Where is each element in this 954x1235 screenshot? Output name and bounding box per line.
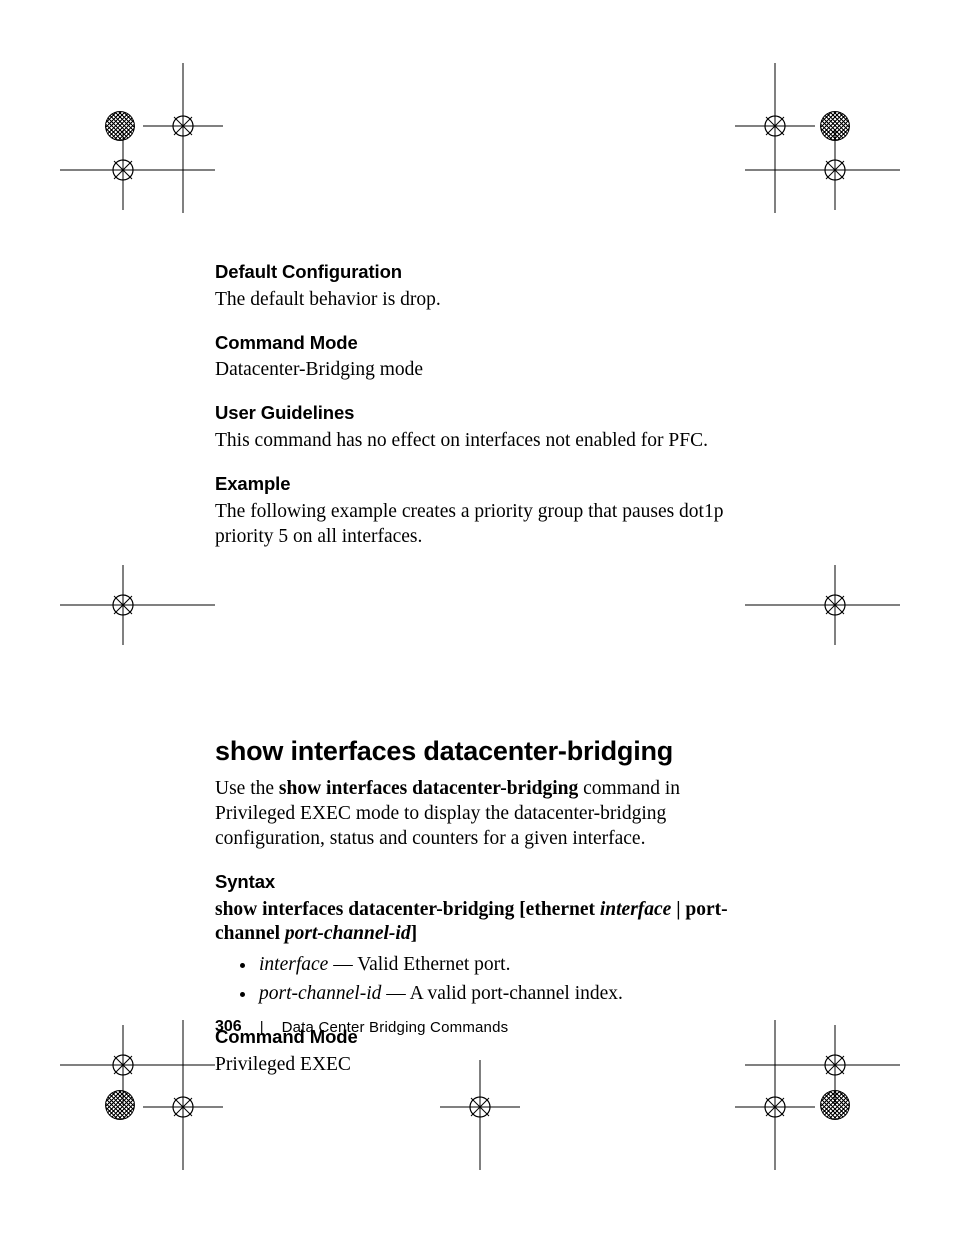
body-command-mode-2: Privileged EXEC (215, 1053, 745, 1078)
body-example: The following example creates a priority… (215, 500, 745, 550)
registration-rosette-icon (820, 111, 850, 141)
registration-rosette-icon (105, 111, 135, 141)
crop-mark-icon (745, 130, 900, 210)
bullet-desc: — A valid port-channel index. (381, 983, 623, 1004)
heading-user-guidelines: User Guidelines (215, 401, 745, 425)
footer-separator: | (260, 1019, 264, 1036)
command-title: show interfaces datacenter-bridging (215, 734, 745, 769)
heading-syntax: Syntax (215, 870, 745, 894)
syntax-i1: interface (600, 899, 671, 920)
page-content: Default Configuration The default behavi… (215, 260, 745, 1078)
list-item: interface — Valid Ethernet port. (257, 953, 745, 978)
syntax-p1: show interfaces datacenter-bridging [eth… (215, 899, 600, 920)
heading-default-configuration: Default Configuration (215, 260, 745, 284)
crop-mark-icon (735, 1020, 815, 1170)
page-number: 306 (215, 1018, 242, 1036)
crop-mark-icon (745, 565, 900, 645)
crop-mark-icon (60, 1025, 215, 1105)
chapter-title: Data Center Bridging Commands (282, 1019, 509, 1036)
bullet-term: interface (259, 954, 328, 975)
bullet-desc: — Valid Ethernet port. (328, 954, 510, 975)
crop-mark-icon (143, 1020, 223, 1170)
list-item: port-channel-id — A valid port-channel i… (257, 982, 745, 1007)
syntax-i2: port-channel-id (285, 923, 411, 944)
registration-rosette-icon (105, 1090, 135, 1120)
body-user-guidelines: This command has no effect on interfaces… (215, 429, 745, 454)
page-footer: 306 | Data Center Bridging Commands (215, 1018, 508, 1036)
crop-mark-icon (60, 565, 215, 645)
crop-mark-icon (60, 130, 215, 210)
body-command-mode-1: Datacenter-Bridging mode (215, 358, 745, 383)
heading-example: Example (215, 472, 745, 496)
crop-mark-icon (745, 1025, 900, 1105)
heading-command-mode-1: Command Mode (215, 331, 745, 355)
intro-bold: show interfaces datacenter-bridging (279, 778, 578, 799)
bullet-term: port-channel-id (259, 983, 381, 1004)
registration-rosette-icon (820, 1090, 850, 1120)
syntax-line: show interfaces datacenter-bridging [eth… (215, 898, 745, 948)
syntax-p3: ] (411, 923, 418, 944)
body-default-configuration: The default behavior is drop. (215, 288, 745, 313)
command-intro: Use the show interfaces datacenter-bridg… (215, 777, 745, 852)
crop-mark-icon (735, 63, 815, 213)
intro-pre: Use the (215, 778, 279, 799)
crop-mark-icon (143, 63, 223, 213)
syntax-bullet-list: interface — Valid Ethernet port. port-ch… (215, 953, 745, 1007)
